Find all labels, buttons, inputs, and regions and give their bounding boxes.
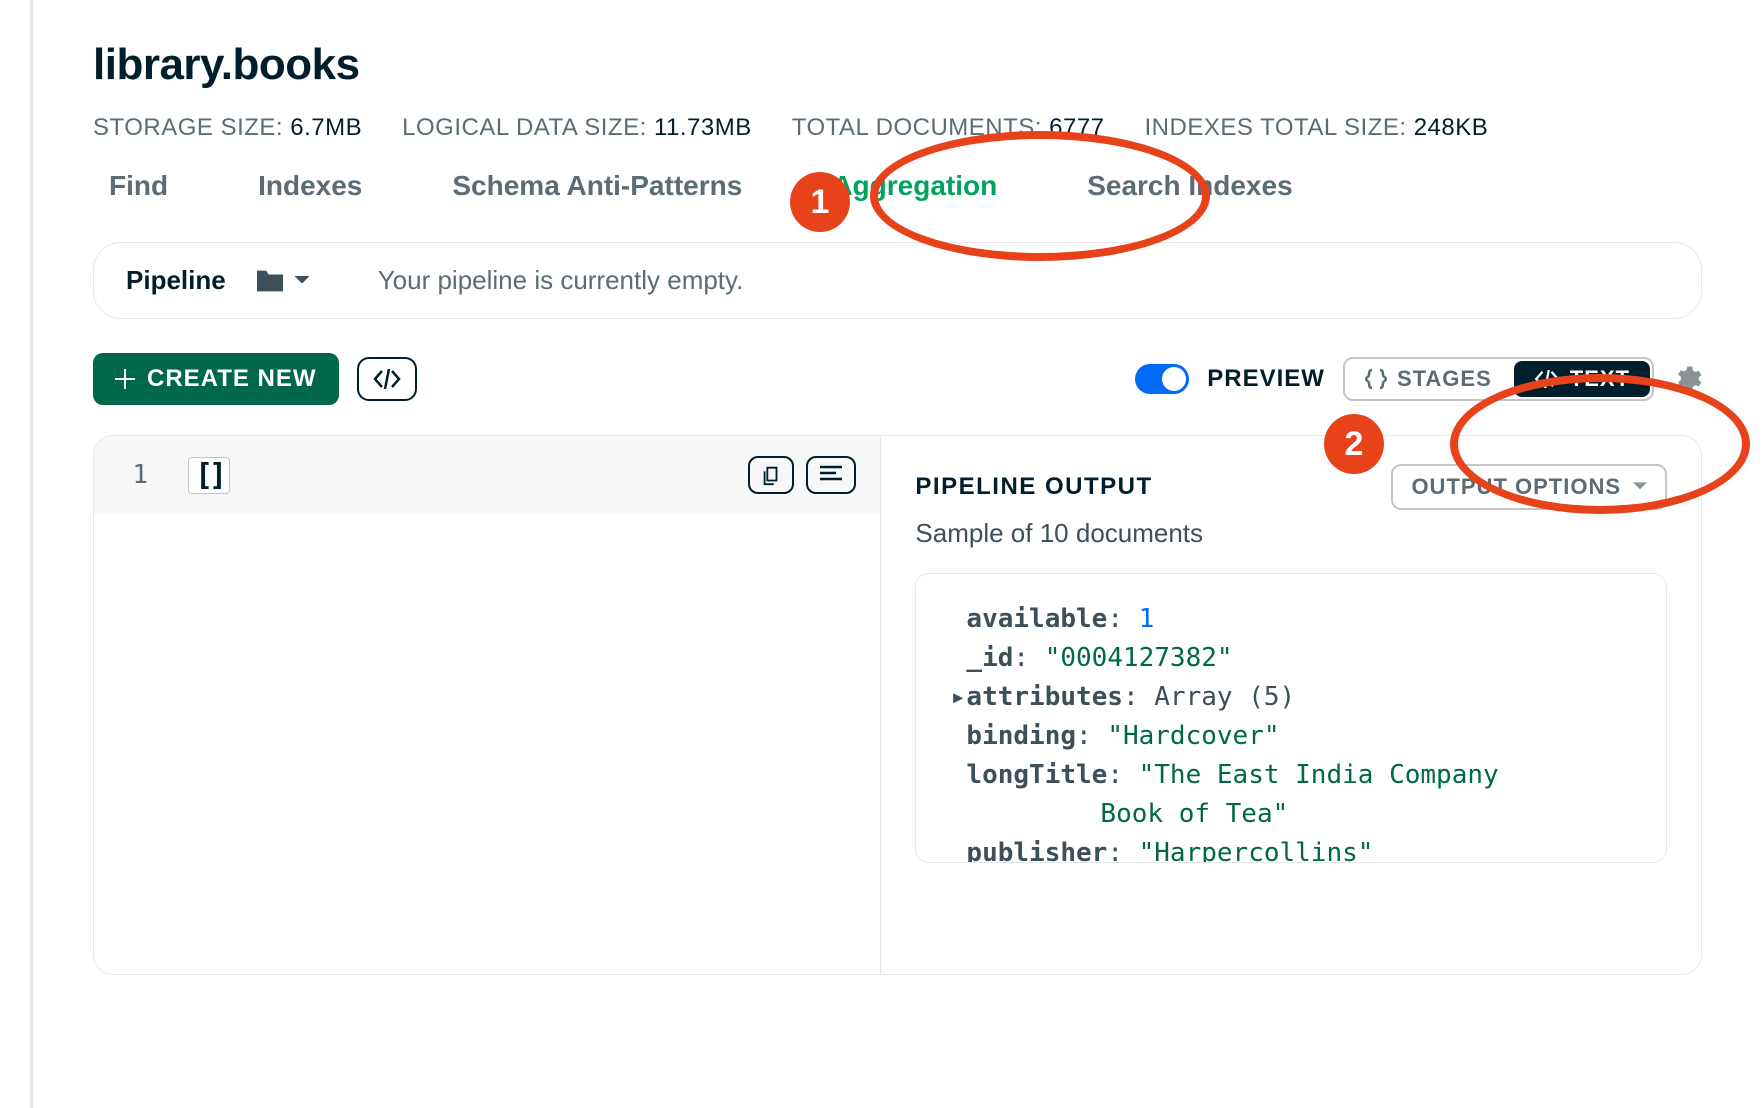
- view-mode-segmented: STAGES TEXT: [1343, 357, 1654, 401]
- tabs: Find Indexes Schema Anti-Patterns Aggreg…: [93, 170, 1702, 202]
- output-title: PIPELINE OUTPUT: [915, 473, 1152, 501]
- text-mode-label: TEXT: [1570, 366, 1630, 392]
- editor-pane: 1 []: [94, 436, 881, 974]
- pipeline-bar: Pipeline Your pipeline is currently empt…: [93, 242, 1702, 319]
- indexes-size-value: 248KB: [1414, 114, 1489, 141]
- doc-value: "Harpercollins": [1139, 838, 1374, 863]
- create-new-button[interactable]: CREATE NEW: [93, 353, 339, 405]
- text-mode-button[interactable]: TEXT: [1514, 361, 1650, 397]
- stats-bar: STORAGE SIZE: 6.7MB LOGICAL DATA SIZE: 1…: [93, 114, 1702, 142]
- braces-icon: [1365, 368, 1387, 390]
- doc-value: Book of Tea": [1100, 799, 1288, 829]
- code-icon: [1534, 370, 1560, 388]
- doc-key: publisher: [966, 838, 1107, 863]
- logical-size-label: LOGICAL DATA SIZE:: [402, 114, 654, 141]
- indexes-size-label: INDEXES TOTAL SIZE:: [1145, 114, 1414, 141]
- editor-content[interactable]: []: [188, 457, 230, 494]
- content-panes: 1 [] PIPELINE OUTPUT OUTPUT OPTIONS: [93, 435, 1702, 975]
- total-documents-value: 6777: [1049, 114, 1104, 141]
- doc-value: "Hardcover": [1107, 721, 1279, 751]
- format-button[interactable]: [806, 456, 856, 494]
- doc-value: "The East India Company: [1139, 760, 1499, 790]
- output-options-label: OUTPUT OPTIONS: [1411, 474, 1621, 500]
- storage-size-value: 6.7MB: [290, 114, 362, 141]
- doc-key: longTitle: [966, 760, 1107, 790]
- pipeline-folder-dropdown[interactable]: [254, 268, 310, 294]
- plus-icon: [115, 369, 135, 389]
- doc-value: "0004127382": [1045, 643, 1233, 673]
- total-documents-label: TOTAL DOCUMENTS:: [792, 114, 1049, 141]
- tab-aggregation[interactable]: Aggregation: [832, 170, 997, 202]
- document-preview: available: 1 _id: "0004127382" ▸attribut…: [915, 573, 1667, 863]
- copy-button[interactable]: [748, 456, 794, 494]
- page-title: library.books: [93, 40, 1702, 90]
- gear-icon: [1672, 364, 1702, 394]
- tab-find[interactable]: Find: [109, 170, 168, 202]
- stages-mode-label: STAGES: [1397, 366, 1492, 392]
- doc-key: _id: [966, 643, 1013, 673]
- preview-toggle[interactable]: [1135, 364, 1189, 394]
- doc-key: attributes: [966, 682, 1123, 712]
- doc-key: available: [966, 604, 1107, 634]
- create-new-label: CREATE NEW: [147, 365, 317, 393]
- code-toggle-button[interactable]: [357, 357, 417, 401]
- tab-indexes[interactable]: Indexes: [258, 170, 362, 202]
- format-icon: [818, 464, 844, 482]
- chevron-down-icon: [1633, 482, 1647, 492]
- stages-mode-button[interactable]: STAGES: [1345, 359, 1512, 399]
- doc-value: Array (5): [1154, 682, 1295, 712]
- logical-size-value: 11.73MB: [654, 114, 752, 141]
- pipeline-empty-text: Your pipeline is currently empty.: [378, 265, 744, 296]
- doc-key: binding: [966, 721, 1076, 751]
- code-icon: [373, 369, 401, 389]
- sample-text: Sample of 10 documents: [915, 518, 1667, 549]
- pipeline-label: Pipeline: [126, 265, 226, 296]
- output-pane: PIPELINE OUTPUT OUTPUT OPTIONS Sample of…: [881, 436, 1701, 974]
- preview-label: PREVIEW: [1207, 365, 1325, 393]
- storage-size-label: STORAGE SIZE:: [93, 114, 290, 141]
- chevron-down-icon: [294, 276, 310, 286]
- toolbar: CREATE NEW PREVIEW STAGES TEXT: [93, 353, 1702, 405]
- line-number: 1: [118, 460, 148, 490]
- doc-value: 1: [1139, 604, 1155, 634]
- expand-caret-icon[interactable]: ▸: [950, 678, 966, 717]
- tab-schema-anti-patterns[interactable]: Schema Anti-Patterns: [452, 170, 742, 202]
- copy-icon: [760, 464, 782, 486]
- tab-search-indexes[interactable]: Search Indexes: [1087, 170, 1292, 202]
- settings-button[interactable]: [1672, 364, 1702, 394]
- folder-icon: [254, 268, 286, 294]
- output-options-button[interactable]: OUTPUT OPTIONS: [1391, 464, 1667, 510]
